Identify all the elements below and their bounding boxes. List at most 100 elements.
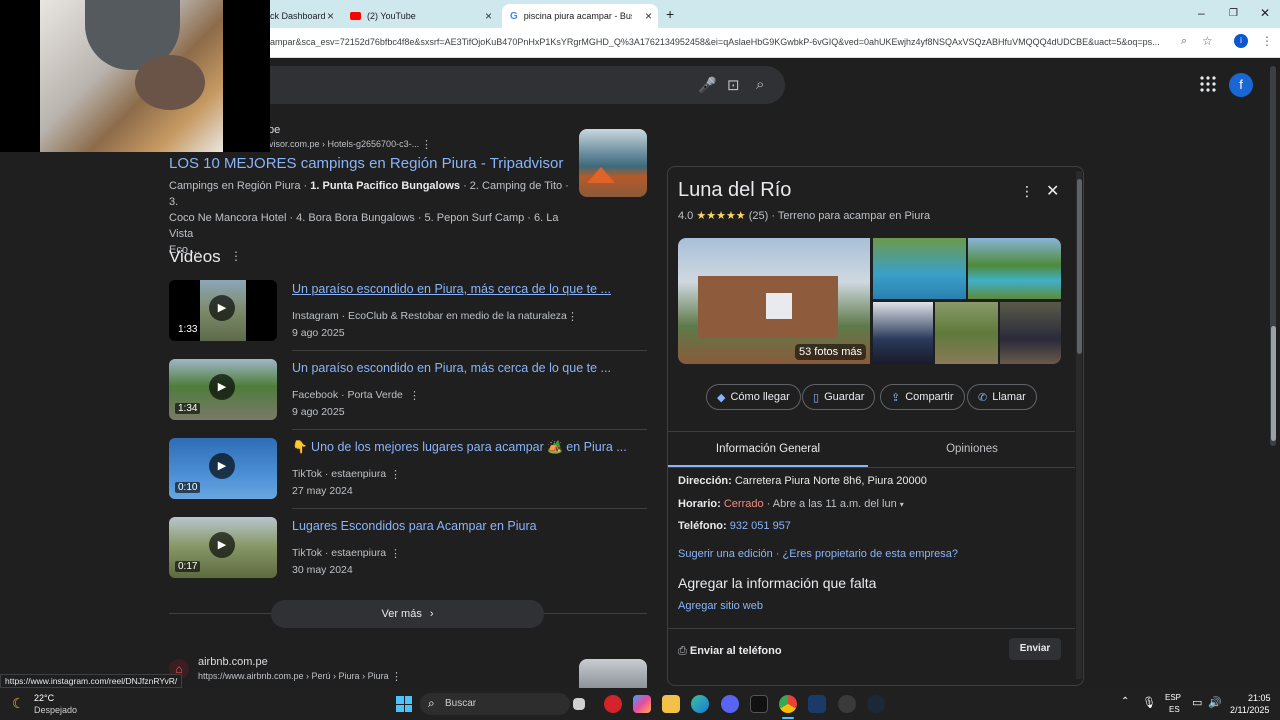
video-item[interactable]: ▶ 0:17 Lugares Escondidos para Acampar e… [169, 517, 647, 587]
terminal-icon[interactable] [750, 695, 768, 713]
photo-thumb[interactable] [873, 238, 966, 299]
restore-icon[interactable]: ❐ [1229, 8, 1238, 19]
weather-desc[interactable]: Despejado [34, 705, 77, 715]
volume-icon[interactable]: 🔊 [1208, 696, 1222, 709]
more-options-icon[interactable]: ⋮ [421, 138, 432, 151]
chrome-icon[interactable] [779, 695, 797, 713]
minimize-icon[interactable]: – [1198, 6, 1205, 20]
app-icon-dark[interactable] [838, 695, 856, 713]
video-title-link[interactable]: Un paraíso escondido en Piura, más cerca… [292, 282, 611, 296]
start-button[interactable] [396, 696, 412, 712]
suggest-edit-link[interactable]: Sugerir una edición · ¿Eres propietario … [678, 548, 958, 560]
zoom-icon[interactable]: ⌕ [1181, 35, 1187, 48]
close-icon[interactable]: × [327, 9, 334, 23]
window-shape [766, 293, 792, 319]
close-icon[interactable]: × [485, 9, 492, 23]
profile-avatar[interactable]: i [1234, 34, 1248, 48]
start-logo-quad [396, 704, 404, 712]
save-button[interactable]: ▯ Guardar [802, 384, 876, 410]
video-thumbnail[interactable]: ▶ 1:34 [169, 359, 277, 420]
window-close-icon[interactable]: ✕ [1260, 6, 1270, 20]
page-scrollbar-thumb[interactable] [1271, 326, 1276, 441]
account-avatar[interactable]: f [1229, 73, 1253, 97]
search-input[interactable]: 🎤 ⊡ ⌕ [240, 66, 785, 104]
more-videos-button[interactable]: Ver más › [271, 600, 544, 628]
more-options-icon[interactable]: ⋮ [390, 468, 401, 481]
search-icon[interactable]: ⌕ [756, 76, 764, 93]
tab-dashboard[interactable]: ck Dashboard × [262, 4, 340, 28]
tab-youtube[interactable]: (2) YouTube × [342, 4, 498, 28]
more-options-icon[interactable]: ⋮ [230, 249, 242, 263]
address-value: Carretera Piura Norte 8h6, Piura 20000 [734, 475, 927, 487]
close-icon[interactable]: ✕ [1046, 181, 1059, 201]
photo-thumb[interactable] [935, 302, 998, 364]
video-thumbnail[interactable]: ▶ 0:10 [169, 438, 277, 499]
clock-time[interactable]: 21:05 [1248, 693, 1271, 703]
more-options-icon[interactable]: ⋮ [409, 389, 420, 402]
monitor-icon[interactable]: ▭ [1192, 696, 1202, 709]
video-title-link[interactable]: Lugares Escondidos para Acampar en Piura [292, 519, 537, 533]
add-website-link[interactable]: Agregar sitio web [678, 600, 763, 612]
app-icon-red[interactable] [604, 695, 622, 713]
clock-date[interactable]: 2/11/2025 [1230, 705, 1269, 715]
apps-grid-icon[interactable] [1200, 76, 1216, 92]
more-options-icon[interactable]: ⋮ [1020, 183, 1034, 200]
share-button[interactable]: ⇪ Compartir [880, 384, 965, 410]
more-options-icon[interactable]: ⋮ [567, 310, 578, 323]
video-item[interactable]: ▶ 1:34 Un paraíso escondido en Piura, má… [169, 359, 647, 429]
call-button[interactable]: ✆ Llamar [967, 384, 1037, 410]
result-thumbnail[interactable] [579, 659, 647, 688]
reviews-count-link[interactable]: (25) [749, 210, 769, 222]
steam-icon[interactable] [867, 695, 885, 713]
tab-search[interactable]: G piscina piura acampar - Buscar × [502, 4, 658, 28]
play-icon: ▶ [209, 453, 235, 479]
photos-count-badge[interactable]: 53 fotos más [795, 344, 866, 360]
weather-temp[interactable]: 22°C [34, 693, 54, 703]
more-options-icon[interactable]: ⋮ [390, 547, 401, 560]
tray-chevron-icon[interactable]: ⌃ [1121, 696, 1129, 707]
panel-scrollbar-thumb[interactable] [1077, 179, 1082, 354]
video-thumbnail[interactable]: ▶ 1:33 [169, 280, 277, 341]
video-title-link[interactable]: Un paraíso escondido en Piura, más cerca… [292, 361, 611, 375]
lens-icon[interactable]: ⊡ [727, 76, 740, 94]
hours-row[interactable]: Horario: Cerrado · Abre a las 11 a.m. de… [678, 498, 904, 510]
photo-thumb[interactable] [873, 302, 933, 364]
discord-icon[interactable] [721, 695, 739, 713]
url-text[interactable]: ampar&sca_esv=72152d76bfbc4f8e&sxsrf=AE3… [270, 37, 1170, 47]
missing-info-heading: Agregar la información que falta [678, 575, 877, 591]
app-icon-yellow[interactable] [808, 695, 826, 713]
send-button[interactable]: Enviar [1009, 638, 1061, 660]
hours-detail: · Abre a las 11 a.m. del lun [763, 498, 897, 510]
task-view-icon[interactable] [573, 698, 585, 710]
weather-moon-icon[interactable]: ☾ [12, 695, 25, 712]
photo-thumb[interactable] [968, 238, 1061, 299]
microphone-icon[interactable]: 🎤 [698, 76, 717, 94]
video-item[interactable]: ▶ 1:33 Un paraíso escondido en Piura, má… [169, 280, 647, 350]
copilot-icon[interactable] [633, 695, 651, 713]
main-photo[interactable]: 53 fotos más [678, 238, 870, 364]
bookmark-star-icon[interactable]: ☆ [1202, 34, 1213, 48]
chevron-down-icon[interactable]: ▾ [900, 500, 904, 509]
directions-button[interactable]: ◆ Cómo llegar [706, 384, 801, 410]
keyboard-layout[interactable]: ES [1169, 705, 1180, 714]
menu-kebab-icon[interactable]: ⋮ [1261, 34, 1273, 48]
edge-icon[interactable] [691, 695, 709, 713]
more-options-icon[interactable]: ⋮ [391, 670, 402, 683]
new-tab-icon[interactable]: + [666, 6, 674, 22]
file-explorer-icon[interactable] [662, 695, 680, 713]
send-to-phone-row: ⎙ Enviar al teléfono [678, 645, 782, 658]
close-icon[interactable]: × [645, 9, 652, 23]
microphone-icon[interactable]: 🎙 [1142, 696, 1156, 709]
tab-reviews[interactable]: Opiniones [872, 443, 1072, 455]
video-item[interactable]: ▶ 0:10 👇 Uno de los mejores lugares para… [169, 438, 647, 508]
result-thumbnail[interactable] [579, 129, 647, 197]
more-videos-label: Ver más [381, 608, 422, 620]
photo-thumb[interactable] [1000, 302, 1061, 364]
tab-general-info[interactable]: Información General [668, 443, 868, 455]
language-code[interactable]: ESP [1165, 693, 1181, 702]
taskbar-search[interactable]: ⌕ Buscar [420, 693, 570, 715]
phone-link[interactable]: 932 051 957 [730, 520, 791, 532]
video-thumbnail[interactable]: ▶ 0:17 [169, 517, 277, 578]
result-title-link[interactable]: LOS 10 MEJORES campings en Región Piura … [169, 155, 563, 172]
video-title-link[interactable]: 👇 Uno de los mejores lugares para acampa… [292, 440, 627, 455]
